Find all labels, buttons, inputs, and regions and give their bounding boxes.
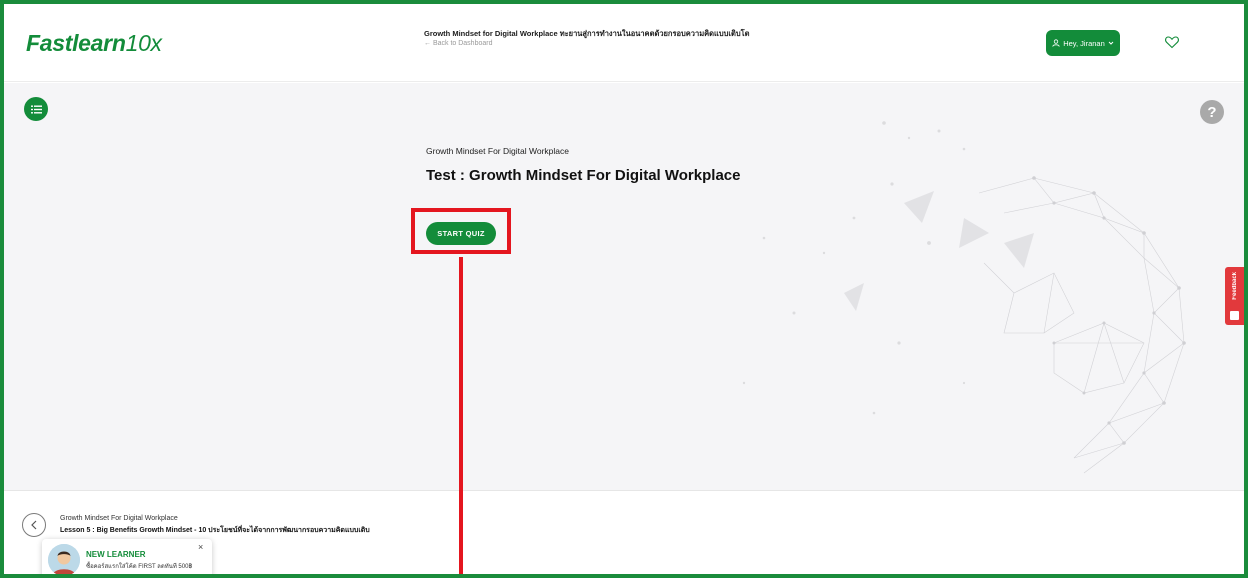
feedback-icon [1230, 311, 1239, 320]
app-logo[interactable]: Fastlearn10x [26, 30, 162, 57]
heart-icon[interactable] [1164, 34, 1180, 50]
page-frame: Fastlearn10x Growth Mindset for Digital … [0, 0, 1248, 578]
help-icon[interactable]: ? [1200, 100, 1224, 124]
user-icon [1052, 39, 1060, 47]
chevron-left-icon [31, 520, 37, 530]
logo-suffix: 10x [125, 30, 162, 56]
toast-message: ซื้อคอร์สแรกใส่โค้ด FIRST ลดทันที 500฿ [86, 564, 193, 570]
highlight-annotation-box [411, 208, 511, 254]
annotation-arrow-line [459, 257, 463, 574]
previous-course-name: Growth Mindset For Digital Workplace [60, 515, 178, 522]
logo-text: Fastlearn [26, 30, 126, 56]
course-name-label: Growth Mindset For Digital Workplace [426, 146, 569, 156]
quiz-content-area: ? Growth Mindset For Digital Workplace T… [4, 83, 1244, 490]
feedback-tab[interactable]: Feedback [1225, 267, 1244, 325]
top-header: Fastlearn10x Growth Mindset for Digital … [4, 4, 1244, 82]
previous-lesson-title[interactable]: Lesson 5 : Big Benefits Growth Mindset -… [60, 525, 370, 536]
menu-list-icon [30, 105, 42, 113]
course-outline-menu-button[interactable] [24, 97, 48, 121]
close-icon[interactable]: × [198, 542, 203, 552]
lesson-navigation-bar: Growth Mindset For Digital Workplace Les… [4, 490, 1244, 574]
chevron-down-icon [1108, 41, 1114, 45]
user-menu-button[interactable]: Hey, Jiranan [1046, 30, 1120, 56]
promo-toast[interactable]: NEW LEARNER ซื้อคอร์สแรกใส่โค้ด FIRST ลด… [42, 539, 212, 574]
course-title: Growth Mindset for Digital Workplace ทะย… [424, 29, 750, 38]
avatar-illustration [48, 544, 80, 574]
user-greeting: Hey, Jiranan [1063, 38, 1105, 48]
feedback-label: Feedback [1231, 272, 1238, 300]
learner-avatar [48, 544, 80, 574]
network-background-decoration [742, 121, 1186, 474]
toast-title: NEW LEARNER [86, 550, 146, 559]
previous-lesson-button[interactable] [22, 513, 46, 537]
quiz-title: Test : Growth Mindset For Digital Workpl… [426, 167, 741, 184]
back-to-dashboard-link[interactable]: ← Back to Dashboard [424, 40, 492, 47]
